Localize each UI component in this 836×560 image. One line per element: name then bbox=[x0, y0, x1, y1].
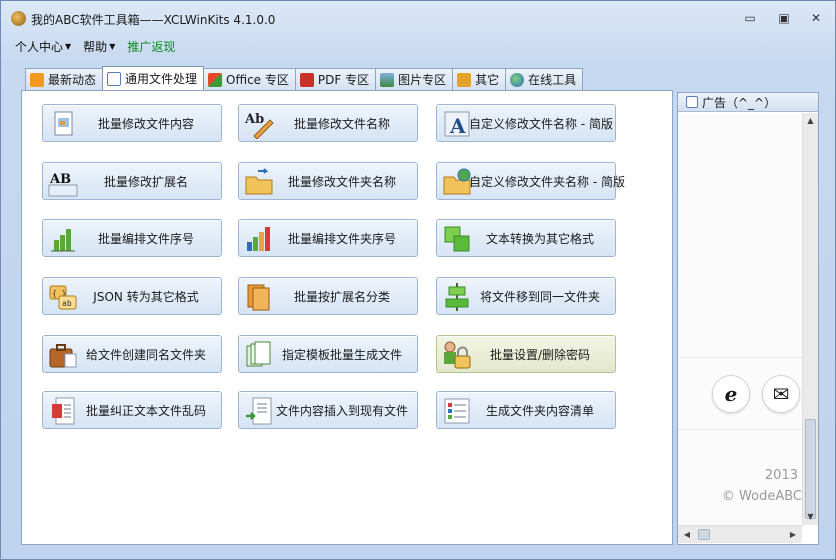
folder-arrow-icon bbox=[245, 168, 273, 195]
json-convert-formats-button[interactable]: { } ab JSON 转为其它格式 bbox=[42, 277, 222, 315]
template-batch-generate-button[interactable]: 指定模板批量生成文件 bbox=[238, 335, 418, 373]
scroll-thumb[interactable] bbox=[805, 419, 816, 519]
bar-chart-color-icon bbox=[247, 227, 270, 251]
text-convert-formats-button[interactable]: 文本转换为其它格式 bbox=[436, 219, 616, 257]
batch-rename-folders-button[interactable]: 批量修改文件夹名称 bbox=[238, 162, 418, 200]
json-icon: { }ab bbox=[49, 285, 77, 310]
pdf-icon bbox=[299, 72, 314, 87]
tab-bar: 最新动态 通用文件处理 Office 专区 PDF 专区 图片专区 其它 在线工… bbox=[25, 66, 584, 90]
chevron-down-icon: ▼ bbox=[109, 42, 116, 51]
menu-personal-center[interactable]: 个人中心 ▼ bbox=[15, 38, 71, 56]
tab-latest-news[interactable]: 最新动态 bbox=[25, 68, 104, 90]
scroll-down-icon[interactable]: ▼ bbox=[803, 509, 818, 525]
tab-online-tools[interactable]: 在线工具 bbox=[505, 68, 584, 90]
document-icon bbox=[107, 71, 122, 86]
checklist-icon bbox=[444, 398, 470, 424]
menu-promo-cashback[interactable]: 推广返现 bbox=[127, 38, 175, 56]
batch-classify-by-extension-button[interactable]: 批量按扩展名分类 bbox=[238, 277, 418, 315]
app-window: 我的ABC软件工具箱——XCLWinKits 4.1.0.0 ▭ ▣ ✕ 个人中… bbox=[0, 0, 836, 560]
svg-text:Ab: Ab bbox=[244, 112, 264, 127]
document-insert-icon bbox=[246, 397, 272, 425]
ad-copyright: © WodeABC bbox=[721, 489, 802, 504]
font-a-icon: A bbox=[444, 111, 470, 138]
document-icon bbox=[686, 96, 698, 108]
stacked-pages-icon bbox=[246, 341, 271, 367]
ad-year: 2013 bbox=[764, 468, 798, 483]
ad-title: 广告（^_^） bbox=[702, 95, 777, 110]
ad-header: 广告（^_^） bbox=[678, 93, 818, 112]
lock-user-icon bbox=[444, 341, 471, 369]
batch-modify-file-content-button[interactable]: 批量修改文件内容 bbox=[42, 104, 222, 142]
batch-rename-files-button[interactable]: Ab 批量修改文件名称 bbox=[238, 104, 418, 142]
move-files-same-folder-button[interactable]: 将文件移到同一文件夹 bbox=[436, 277, 616, 315]
create-same-name-folders-button[interactable]: 给文件创建同名文件夹 bbox=[42, 335, 222, 373]
chevron-down-icon: ▼ bbox=[65, 42, 72, 51]
batch-set-remove-password-button[interactable]: 批量设置/删除密码 bbox=[436, 335, 616, 373]
maximize-button[interactable]: ▣ bbox=[773, 10, 795, 26]
title-bar[interactable]: 我的ABC软件工具箱——XCLWinKits 4.1.0.0 ▭ ▣ ✕ bbox=[1, 1, 835, 35]
scroll-left-icon[interactable]: ◀ bbox=[680, 526, 694, 544]
general-file-panel: 批量修改文件内容 Ab 批量修改文件名称 A 自定义修改文件名称 - 简版 AB… bbox=[21, 90, 673, 545]
ad-vertical-scrollbar[interactable]: ▲ ▼ bbox=[802, 113, 818, 525]
tab-office[interactable]: Office 专区 bbox=[203, 68, 296, 90]
rename-pencil-icon: Ab bbox=[244, 112, 274, 139]
batch-number-folders-button[interactable]: 批量编排文件夹序号 bbox=[238, 219, 418, 257]
ad-horizontal-scrollbar[interactable]: ◀ ▶ bbox=[678, 525, 802, 543]
ad-divider bbox=[678, 357, 802, 358]
align-center-icon bbox=[445, 283, 469, 311]
svg-text:AB: AB bbox=[49, 172, 71, 187]
batch-modify-extension-button[interactable]: AB 批量修改扩展名 bbox=[42, 162, 222, 200]
scroll-thumb[interactable] bbox=[698, 529, 710, 540]
close-button[interactable]: ✕ bbox=[805, 10, 827, 26]
document-list-icon bbox=[52, 397, 75, 425]
app-logo-icon bbox=[11, 11, 26, 26]
folder-globe-icon bbox=[443, 168, 471, 195]
document-icon bbox=[54, 111, 73, 136]
custom-rename-files-lite-button[interactable]: A 自定义修改文件名称 - 简版 bbox=[436, 104, 616, 142]
mail-icon[interactable]: ✉ bbox=[762, 375, 800, 413]
globe-icon bbox=[510, 72, 525, 87]
batch-fix-text-garbled-button[interactable]: 批量纠正文本文件乱码 bbox=[42, 391, 222, 429]
folder-icon bbox=[457, 72, 472, 87]
svg-text:A: A bbox=[449, 114, 466, 138]
ad-panel: 广告（^_^） e ✉ 2013 © WodeABC ▲ ▼ ◀ ▶ bbox=[677, 92, 819, 545]
tab-pictures[interactable]: 图片专区 bbox=[375, 68, 454, 90]
custom-rename-folders-lite-button[interactable]: 自定义修改文件夹名称 - 简版 bbox=[436, 162, 625, 200]
menu-bar: 个人中心 ▼ 帮助 ▼ 推广返现 bbox=[15, 38, 175, 56]
scroll-up-icon[interactable]: ▲ bbox=[803, 113, 818, 129]
convert-squares-icon bbox=[444, 226, 470, 252]
office-icon bbox=[208, 72, 223, 87]
svg-text:ab: ab bbox=[62, 299, 72, 308]
ad-divider bbox=[678, 429, 802, 430]
rss-icon bbox=[30, 72, 44, 87]
tab-pdf[interactable]: PDF 专区 bbox=[294, 68, 377, 90]
picture-icon bbox=[380, 72, 395, 87]
scroll-right-icon[interactable]: ▶ bbox=[786, 526, 800, 544]
stacked-books-icon bbox=[247, 284, 270, 311]
menu-help[interactable]: 帮助 ▼ bbox=[83, 38, 115, 56]
batch-number-files-button[interactable]: 批量编排文件序号 bbox=[42, 219, 222, 257]
bar-chart-green-icon bbox=[51, 229, 75, 252]
insert-content-existing-files-button[interactable]: 文件内容插入到现有文件 bbox=[238, 391, 418, 429]
generate-folder-listing-button[interactable]: 生成文件夹内容清单 bbox=[436, 391, 616, 429]
extension-ab-icon: AB bbox=[48, 172, 78, 197]
tab-general-file[interactable]: 通用文件处理 bbox=[102, 66, 205, 90]
ie-browser-icon[interactable]: e bbox=[712, 375, 750, 413]
ad-content: e ✉ 2013 © WodeABC ▲ ▼ bbox=[678, 113, 818, 525]
window-title: 我的ABC软件工具箱——XCLWinKits 4.1.0.0 bbox=[31, 13, 276, 27]
tab-other[interactable]: 其它 bbox=[452, 68, 507, 90]
minimize-button[interactable]: ▭ bbox=[739, 10, 761, 26]
briefcase-icon bbox=[49, 344, 77, 368]
